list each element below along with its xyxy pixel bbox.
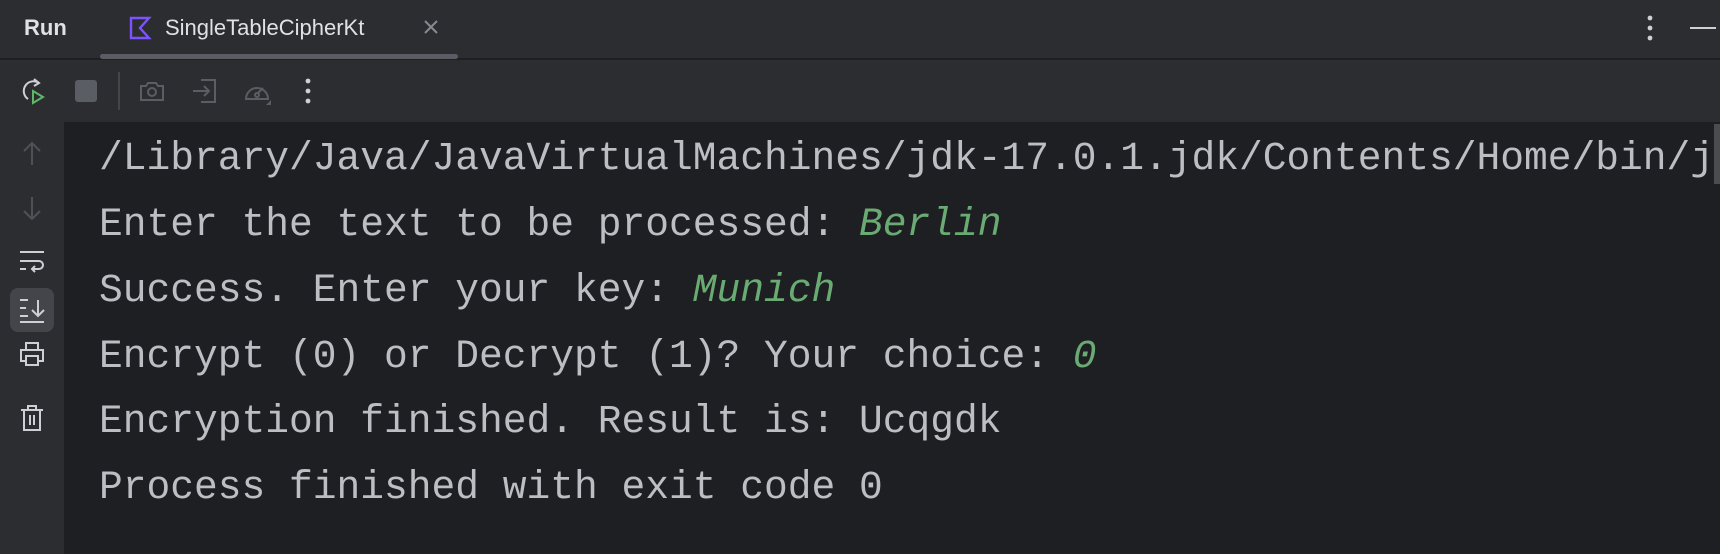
console-text: Process finished with exit code 0: [99, 465, 883, 510]
console-side-toolbar: [0, 122, 64, 554]
console-line: Enter the text to be processed: Berlin: [99, 192, 1002, 258]
camera-icon[interactable]: [138, 77, 166, 105]
run-toolbar: [0, 60, 1720, 122]
console-text: /Library/Java/JavaVirtualMachines/jdk-17…: [99, 136, 1715, 181]
arrow-up-icon[interactable]: [18, 140, 46, 168]
console-output[interactable]: /Library/Java/JavaVirtualMachines/jdk-17…: [64, 122, 1720, 554]
console-line: /Library/Java/JavaVirtualMachines/jdk-17…: [99, 126, 1714, 192]
user-input: Munich: [692, 268, 836, 313]
scroll-to-end-icon[interactable]: [18, 296, 46, 324]
kotlin-icon: [129, 16, 152, 40]
soft-wrap-icon[interactable]: [18, 248, 46, 276]
gauge-icon[interactable]: [243, 77, 271, 105]
more-icon[interactable]: [1638, 14, 1662, 44]
console-line: Encrypt (0) or Decrypt (1)? Your choice:…: [99, 324, 1097, 390]
arrow-down-icon[interactable]: [18, 194, 46, 222]
user-input: 0: [1072, 334, 1097, 379]
minimize-icon[interactable]: [1688, 18, 1718, 38]
tab-title: SingleTableCipherKt: [165, 15, 365, 40]
console-text: Success. Enter your key:: [99, 268, 693, 313]
run-tool-window-header: Run SingleTableCipherKt: [0, 0, 1720, 60]
tab-single-table-cipher-kt[interactable]: SingleTableCipherKt: [100, 0, 458, 59]
console-text: Encrypt (0) or Decrypt (1)? Your choice:: [99, 334, 1073, 379]
more-icon[interactable]: [294, 77, 322, 105]
user-input: Berlin: [859, 202, 1002, 247]
exit-icon[interactable]: [191, 77, 219, 105]
close-icon[interactable]: [420, 16, 442, 38]
console-line: Process finished with exit code 0: [99, 455, 883, 521]
console-text: Enter the text to be processed:: [99, 202, 860, 247]
active-tab-indicator: [100, 54, 458, 59]
console-text: Encryption finished. Result is: Ucqgdk: [99, 399, 1002, 444]
panel-title: Run: [24, 15, 67, 40]
toolbar-separator: [118, 72, 120, 110]
stop-icon[interactable]: [72, 77, 100, 105]
print-icon[interactable]: [18, 340, 46, 368]
trash-icon[interactable]: [18, 404, 46, 432]
console-line: Success. Enter your key: Munich: [99, 258, 835, 324]
rerun-icon[interactable]: [20, 77, 48, 105]
console-line: Encryption finished. Result is: Ucqgdk: [99, 389, 1002, 455]
vertical-scrollbar[interactable]: [1714, 124, 1720, 184]
